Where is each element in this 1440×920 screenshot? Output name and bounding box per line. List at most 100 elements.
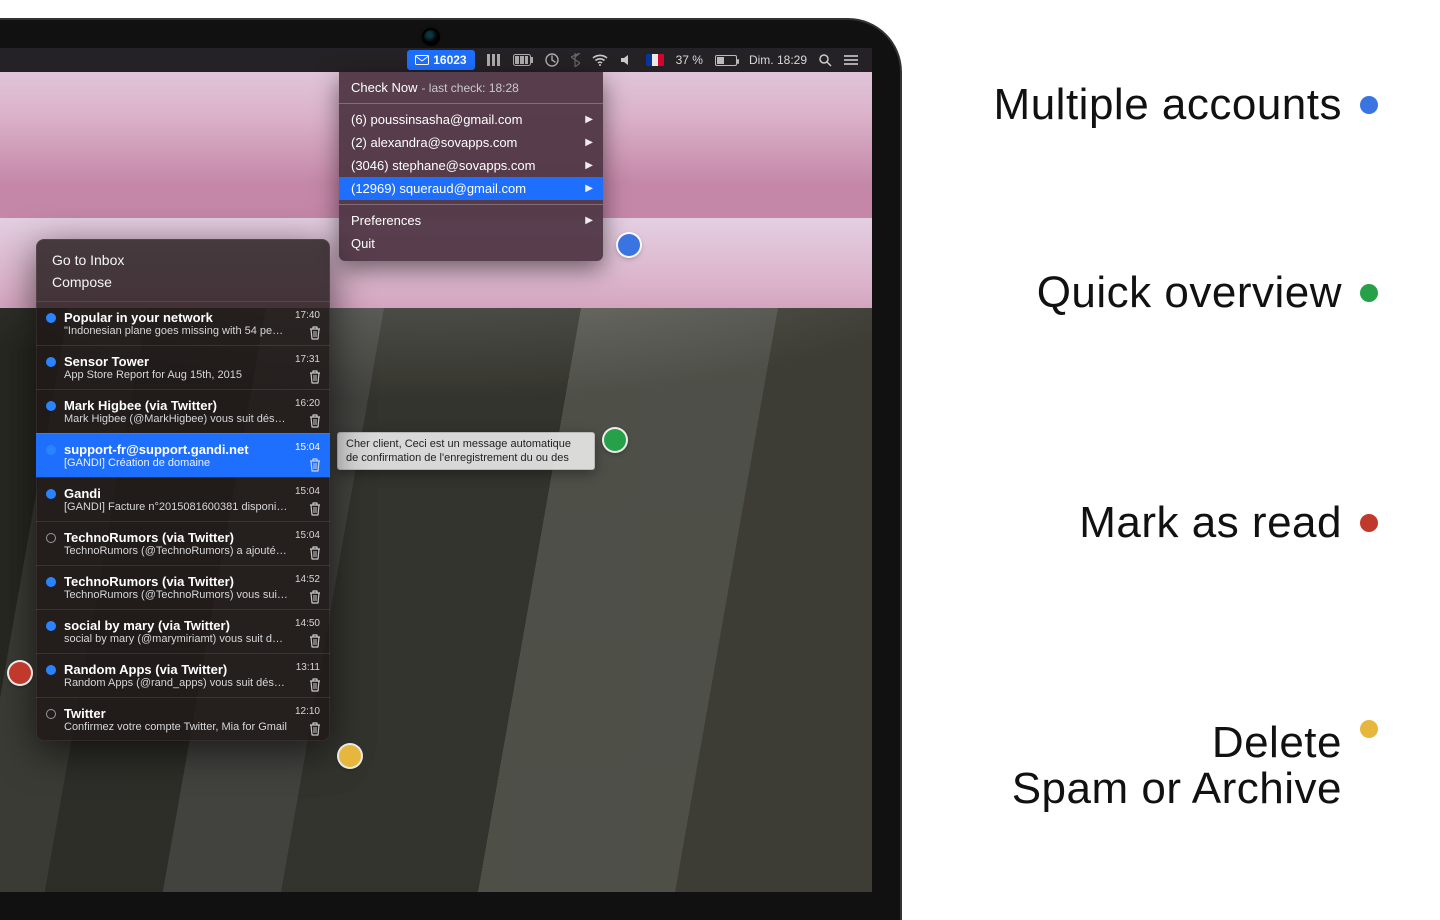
- account-menu: Check Now - last check: 18:28 (6) poussi…: [339, 72, 603, 261]
- account-label: (6) poussinsasha@gmail.com: [351, 112, 522, 127]
- message-subject: [GANDI] Facture n°2015081600381 disponib…: [64, 501, 288, 513]
- message-row[interactable]: support-fr@support.gandi.net[GANDI] Créa…: [36, 433, 330, 477]
- unread-dot: [46, 357, 56, 367]
- caption-read: Mark as read: [1079, 500, 1378, 546]
- message-sender: Gandi: [64, 486, 288, 501]
- check-now[interactable]: Check Now - last check: 18:28: [339, 76, 603, 99]
- message-row[interactable]: Gandi[GANDI] Facture n°2015081600381 dis…: [36, 477, 330, 521]
- caption-text: Mark as read: [1079, 500, 1342, 546]
- menu-separator: [339, 103, 603, 104]
- message-subject: "Indonesian plane goes missing with 54 p…: [64, 325, 288, 337]
- trash-icon[interactable]: [309, 722, 321, 739]
- message-time: 15:04: [295, 530, 320, 541]
- message-preview-tooltip: Cher client, Ceci est un message automat…: [337, 432, 595, 470]
- callout-dot-accounts: [618, 234, 640, 256]
- mail-count-badge[interactable]: 16023: [407, 50, 474, 70]
- message-subject: TechnoRumors (@TechnoRumors) a ajouté un…: [64, 545, 288, 557]
- message-row[interactable]: Random Apps (via Twitter)Random Apps (@r…: [36, 653, 330, 697]
- preferences-label: Preferences: [351, 213, 421, 228]
- message-time: 12:10: [295, 706, 320, 717]
- trash-icon[interactable]: [309, 458, 321, 475]
- message-row[interactable]: Sensor TowerApp Store Report for Aug 15t…: [36, 345, 330, 389]
- account-label: (2) alexandra@sovapps.com: [351, 135, 517, 150]
- caption-line1: Delete: [1212, 718, 1342, 767]
- account-item[interactable]: (2) alexandra@sovapps.com▶: [339, 131, 603, 154]
- account-item[interactable]: (6) poussinsasha@gmail.com ▶: [339, 108, 603, 131]
- caption-delete: Delete Spam or Archive: [1012, 720, 1378, 812]
- caption-bullet: [1360, 514, 1378, 532]
- bluetooth-icon[interactable]: [571, 53, 580, 67]
- trash-icon[interactable]: [309, 546, 321, 563]
- trash-icon[interactable]: [309, 502, 321, 519]
- chevron-right-icon: ▶: [585, 114, 593, 125]
- trash-icon[interactable]: [309, 370, 321, 387]
- quit-label: Quit: [351, 236, 375, 251]
- message-sender: TechnoRumors (via Twitter): [64, 530, 288, 545]
- unread-dot: [46, 577, 56, 587]
- battery-alt-icon[interactable]: [513, 54, 533, 66]
- menubar: 16023 37 % Dim. 18:29: [0, 48, 872, 72]
- clock[interactable]: Dim. 18:29: [749, 53, 807, 67]
- message-row[interactable]: TechnoRumors (via Twitter)TechnoRumors (…: [36, 565, 330, 609]
- menubar-extra-icon[interactable]: [487, 54, 501, 66]
- menu-separator: [339, 204, 603, 205]
- quit-item[interactable]: Quit: [339, 232, 603, 255]
- caption-bullet: [1360, 96, 1378, 114]
- account-item[interactable]: (3046) stephane@sovapps.com ▶: [339, 154, 603, 177]
- callout-dot-overview: [604, 429, 626, 451]
- message-row[interactable]: social by mary (via Twitter)social by ma…: [36, 609, 330, 653]
- message-subject: Confirmez votre compte Twitter, Mia for …: [64, 721, 288, 733]
- camera-dot: [424, 30, 438, 44]
- notification-center-icon[interactable]: [844, 55, 858, 66]
- unread-dot: [46, 533, 56, 543]
- device-frame: 16023 37 % Dim. 18:29: [0, 20, 900, 920]
- timemachine-icon[interactable]: [545, 53, 559, 67]
- message-time: 14:52: [295, 574, 320, 585]
- message-sender: TechnoRumors (via Twitter): [64, 574, 288, 589]
- message-sender: social by mary (via Twitter): [64, 618, 288, 633]
- screen: 16023 37 % Dim. 18:29: [0, 48, 872, 892]
- chevron-right-icon: ▶: [585, 215, 593, 226]
- captions-pane: Multiple accounts Quick overview Mark as…: [940, 0, 1440, 900]
- check-now-label: Check Now: [351, 80, 417, 95]
- go-to-inbox[interactable]: Go to Inbox: [52, 249, 314, 271]
- unread-dot: [46, 489, 56, 499]
- mail-count: 16023: [433, 53, 466, 67]
- trash-icon[interactable]: [309, 634, 321, 651]
- message-row[interactable]: TwitterConfirmez votre compte Twitter, M…: [36, 697, 330, 741]
- message-subject: Mark Higbee (@MarkHigbee) vous suit déso…: [64, 413, 288, 425]
- message-subject: social by mary (@marymiriamt) vous suit …: [64, 633, 288, 645]
- volume-icon[interactable]: [620, 54, 634, 66]
- inbox-popover: Go to Inbox Compose Popular in your netw…: [36, 239, 330, 741]
- battery-icon[interactable]: [715, 55, 737, 66]
- compose[interactable]: Compose: [52, 271, 314, 293]
- message-sender: Sensor Tower: [64, 354, 288, 369]
- unread-dot: [46, 709, 56, 719]
- message-time: 16:20: [295, 398, 320, 409]
- spotlight-icon[interactable]: [819, 54, 832, 67]
- caption-bullet: [1360, 284, 1378, 302]
- wifi-icon[interactable]: [592, 54, 608, 66]
- account-label: (3046) stephane@sovapps.com: [351, 158, 535, 173]
- chevron-right-icon: ▶: [585, 160, 593, 171]
- trash-icon[interactable]: [309, 590, 321, 607]
- message-subject: Random Apps (@rand_apps) vous suit désor…: [64, 677, 288, 689]
- message-time: 15:04: [295, 486, 320, 497]
- account-item[interactable]: (12969) squeraud@gmail.com▶: [339, 177, 603, 200]
- caption-text: Quick overview: [1037, 270, 1342, 316]
- message-sender: Twitter: [64, 706, 288, 721]
- message-subject: TechnoRumors (@TechnoRumors) vous suit d…: [64, 589, 288, 601]
- flag-icon[interactable]: [646, 54, 664, 66]
- trash-icon[interactable]: [309, 678, 321, 695]
- preferences-item[interactable]: Preferences ▶: [339, 209, 603, 232]
- message-time: 13:11: [296, 662, 320, 673]
- trash-icon[interactable]: [309, 326, 321, 343]
- trash-icon[interactable]: [309, 414, 321, 431]
- last-check: - last check: 18:28: [421, 81, 518, 95]
- message-row[interactable]: Mark Higbee (via Twitter)Mark Higbee (@M…: [36, 389, 330, 433]
- message-row[interactable]: Popular in your network"Indonesian plane…: [36, 301, 330, 345]
- message-row[interactable]: TechnoRumors (via Twitter)TechnoRumors (…: [36, 521, 330, 565]
- caption-text: Delete Spam or Archive: [1012, 720, 1342, 812]
- caption-line2: Spam or Archive: [1012, 764, 1342, 813]
- message-subject: [GANDI] Création de domaine: [64, 457, 288, 469]
